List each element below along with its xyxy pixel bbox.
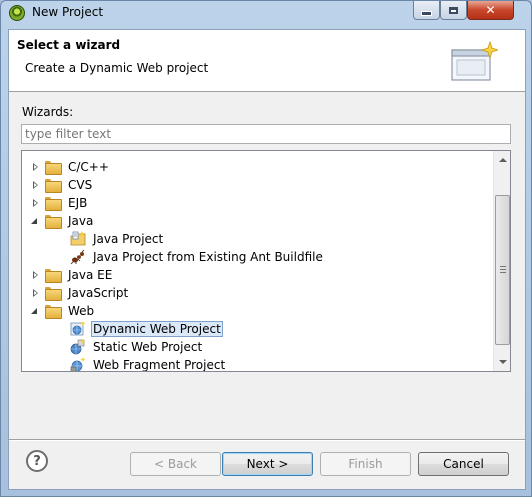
eclipse-icon <box>9 5 25 21</box>
window-title: New Project <box>32 5 104 19</box>
title-bar[interactable]: New Project ✕ <box>1 1 531 25</box>
tree-item-label: CVS <box>68 178 93 192</box>
maximize-icon <box>449 6 458 14</box>
tree-vertical-scrollbar[interactable] <box>493 151 510 371</box>
tree-item-label: Java Project <box>93 232 164 246</box>
java-project-icon <box>70 231 86 246</box>
wizard-tree[interactable]: C/C++ CVS EJB Java Java Project Java Pro… <box>21 150 511 372</box>
folder-icon <box>45 196 62 211</box>
tree-item-ejb[interactable]: EJB <box>30 194 89 212</box>
scrollbar-thumb[interactable] <box>495 195 510 345</box>
tree-item-static-web-project[interactable]: Static Web Project <box>70 338 204 356</box>
tree-item-java-ee[interactable]: Java EE <box>30 266 114 284</box>
close-button[interactable]: ✕ <box>467 1 514 20</box>
tree-item-dynamic-web-project[interactable]: Dynamic Web Project <box>70 320 223 338</box>
back-button[interactable]: < Back <box>130 452 221 476</box>
tree-item-javascript[interactable]: JavaScript <box>30 284 130 302</box>
open-folder-icon <box>45 214 62 229</box>
folder-icon <box>45 286 62 301</box>
minimize-button[interactable] <box>413 1 440 20</box>
tree-item-java-project[interactable]: Java Project <box>70 230 165 248</box>
scroll-down-arrow-icon[interactable] <box>494 353 510 370</box>
expand-arrow-icon[interactable] <box>30 270 40 280</box>
tree-item-cpp[interactable]: C/C++ <box>30 158 111 176</box>
wizards-label: Wizards: <box>22 105 74 119</box>
tree-item-label: C/C++ <box>68 160 109 174</box>
tree-item-cvs[interactable]: CVS <box>30 176 94 194</box>
tree-item-web-fragment-project[interactable]: Web Fragment Project <box>70 356 227 372</box>
button-bar-separator <box>9 439 525 441</box>
static-web-icon <box>70 339 86 355</box>
filter-input[interactable] <box>21 124 511 144</box>
cancel-button[interactable]: Cancel <box>418 452 509 476</box>
tree-item-label: EJB <box>68 196 88 210</box>
finish-button[interactable]: Finish <box>320 452 411 476</box>
tree-item-web[interactable]: Web <box>30 302 96 320</box>
tree-item-label: JavaScript <box>68 286 129 300</box>
wizard-banner: Select a wizard Create a Dynamic Web pro… <box>9 30 525 92</box>
ant-icon <box>70 249 85 265</box>
web-project-icon <box>70 321 86 336</box>
expand-arrow-icon[interactable] <box>30 162 40 172</box>
tree-item-label: Static Web Project <box>93 340 203 354</box>
folder-icon <box>45 160 62 175</box>
expand-arrow-icon[interactable] <box>30 288 40 298</box>
collapse-arrow-icon[interactable] <box>30 306 40 316</box>
web-fragment-icon <box>70 357 86 371</box>
tree-item-label: Web Fragment Project <box>93 358 226 372</box>
help-button[interactable]: ? <box>26 450 48 472</box>
expand-arrow-icon[interactable] <box>30 180 40 190</box>
open-folder-icon <box>45 304 62 319</box>
collapse-arrow-icon[interactable] <box>30 216 40 226</box>
banner-description: Create a Dynamic Web project <box>25 61 209 75</box>
grip-icon <box>500 266 506 273</box>
banner-title: Select a wizard <box>17 38 121 52</box>
folder-icon <box>45 268 62 283</box>
new-wizard-image-icon <box>451 40 498 81</box>
next-button[interactable]: Next > <box>222 452 313 476</box>
scroll-up-arrow-icon[interactable] <box>494 152 510 169</box>
minimize-icon <box>421 10 432 16</box>
new-project-window: New Project ✕ Select a wizard Create a D… <box>0 0 532 497</box>
close-icon: ✕ <box>485 3 496 17</box>
tree-item-label: Java <box>68 214 94 228</box>
folder-icon <box>45 178 62 193</box>
tree-item-java-ant[interactable]: Java Project from Existing Ant Buildfile <box>70 248 325 266</box>
tree-item-label: Dynamic Web Project <box>91 321 223 337</box>
tree-item-java[interactable]: Java <box>30 212 95 230</box>
help-icon: ? <box>33 453 41 469</box>
tree-item-label: Java EE <box>68 268 113 282</box>
expand-arrow-icon[interactable] <box>30 198 40 208</box>
tree-item-label: Java Project from Existing Ant Buildfile <box>93 250 323 264</box>
tree-item-label: Web <box>68 304 95 318</box>
maximize-button[interactable] <box>440 1 467 20</box>
dialog-body: Select a wizard Create a Dynamic Web pro… <box>8 29 526 490</box>
